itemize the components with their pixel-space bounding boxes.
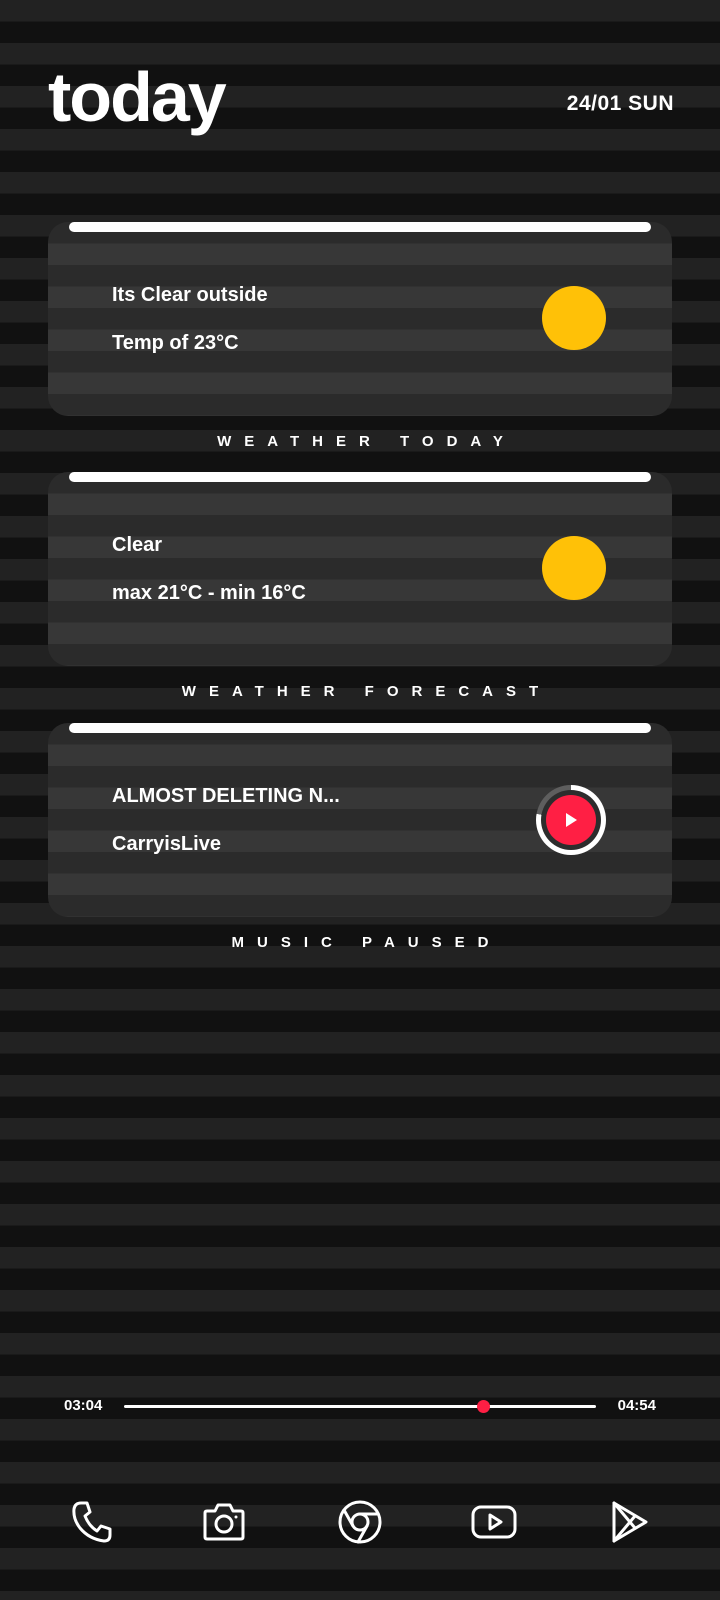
forecast-range: max 21°C - min 16°C bbox=[112, 582, 306, 604]
playback-progress: 03:04 04:54 bbox=[0, 1395, 720, 1419]
phone-icon bbox=[72, 1501, 112, 1543]
forecast-condition: Clear bbox=[112, 534, 163, 556]
play-store-icon bbox=[612, 1501, 648, 1543]
app-dock bbox=[0, 1498, 720, 1546]
music-card[interactable]: ALMOST DELETING N... CarryisLive bbox=[48, 723, 672, 917]
track-artist: CarryisLive bbox=[112, 833, 221, 855]
play-button[interactable] bbox=[546, 795, 596, 845]
weather-today-card[interactable]: Its Clear outside Temp of 23°C bbox=[48, 222, 672, 416]
play-icon bbox=[566, 813, 577, 827]
chrome-app[interactable] bbox=[336, 1498, 384, 1546]
weather-today-temp: Temp of 23°C bbox=[112, 332, 239, 354]
sun-icon bbox=[542, 536, 606, 600]
youtube-icon bbox=[471, 1505, 517, 1539]
track-title: ALMOST DELETING N... bbox=[112, 785, 340, 807]
play-progress-ring[interactable] bbox=[536, 785, 606, 855]
weather-today-caption: WEATHER TODAY bbox=[217, 433, 516, 450]
total-time: 04:54 bbox=[617, 1397, 656, 1414]
sun-icon bbox=[542, 286, 606, 350]
weather-forecast-caption: WEATHER FORECAST bbox=[181, 683, 552, 700]
music-status-caption: MUSIC PAUSED bbox=[231, 934, 502, 951]
card-top-bar bbox=[69, 222, 651, 232]
seek-track[interactable] bbox=[124, 1400, 596, 1413]
current-time: 03:04 bbox=[64, 1397, 103, 1414]
weather-today-summary: Its Clear outside bbox=[112, 284, 268, 306]
date-label: 24/01 SUN bbox=[566, 92, 674, 115]
camera-app[interactable] bbox=[200, 1498, 248, 1546]
chrome-icon bbox=[338, 1500, 382, 1544]
page-title: today bbox=[48, 58, 227, 136]
seek-thumb[interactable] bbox=[476, 1400, 490, 1413]
card-top-bar bbox=[69, 472, 651, 482]
weather-forecast-card[interactable]: Clear max 21°C - min 16°C bbox=[48, 472, 672, 666]
youtube-app[interactable] bbox=[470, 1498, 518, 1546]
camera-icon bbox=[203, 1503, 245, 1541]
play-store-app[interactable] bbox=[606, 1498, 654, 1546]
card-top-bar bbox=[69, 723, 651, 733]
phone-app[interactable] bbox=[68, 1498, 116, 1546]
